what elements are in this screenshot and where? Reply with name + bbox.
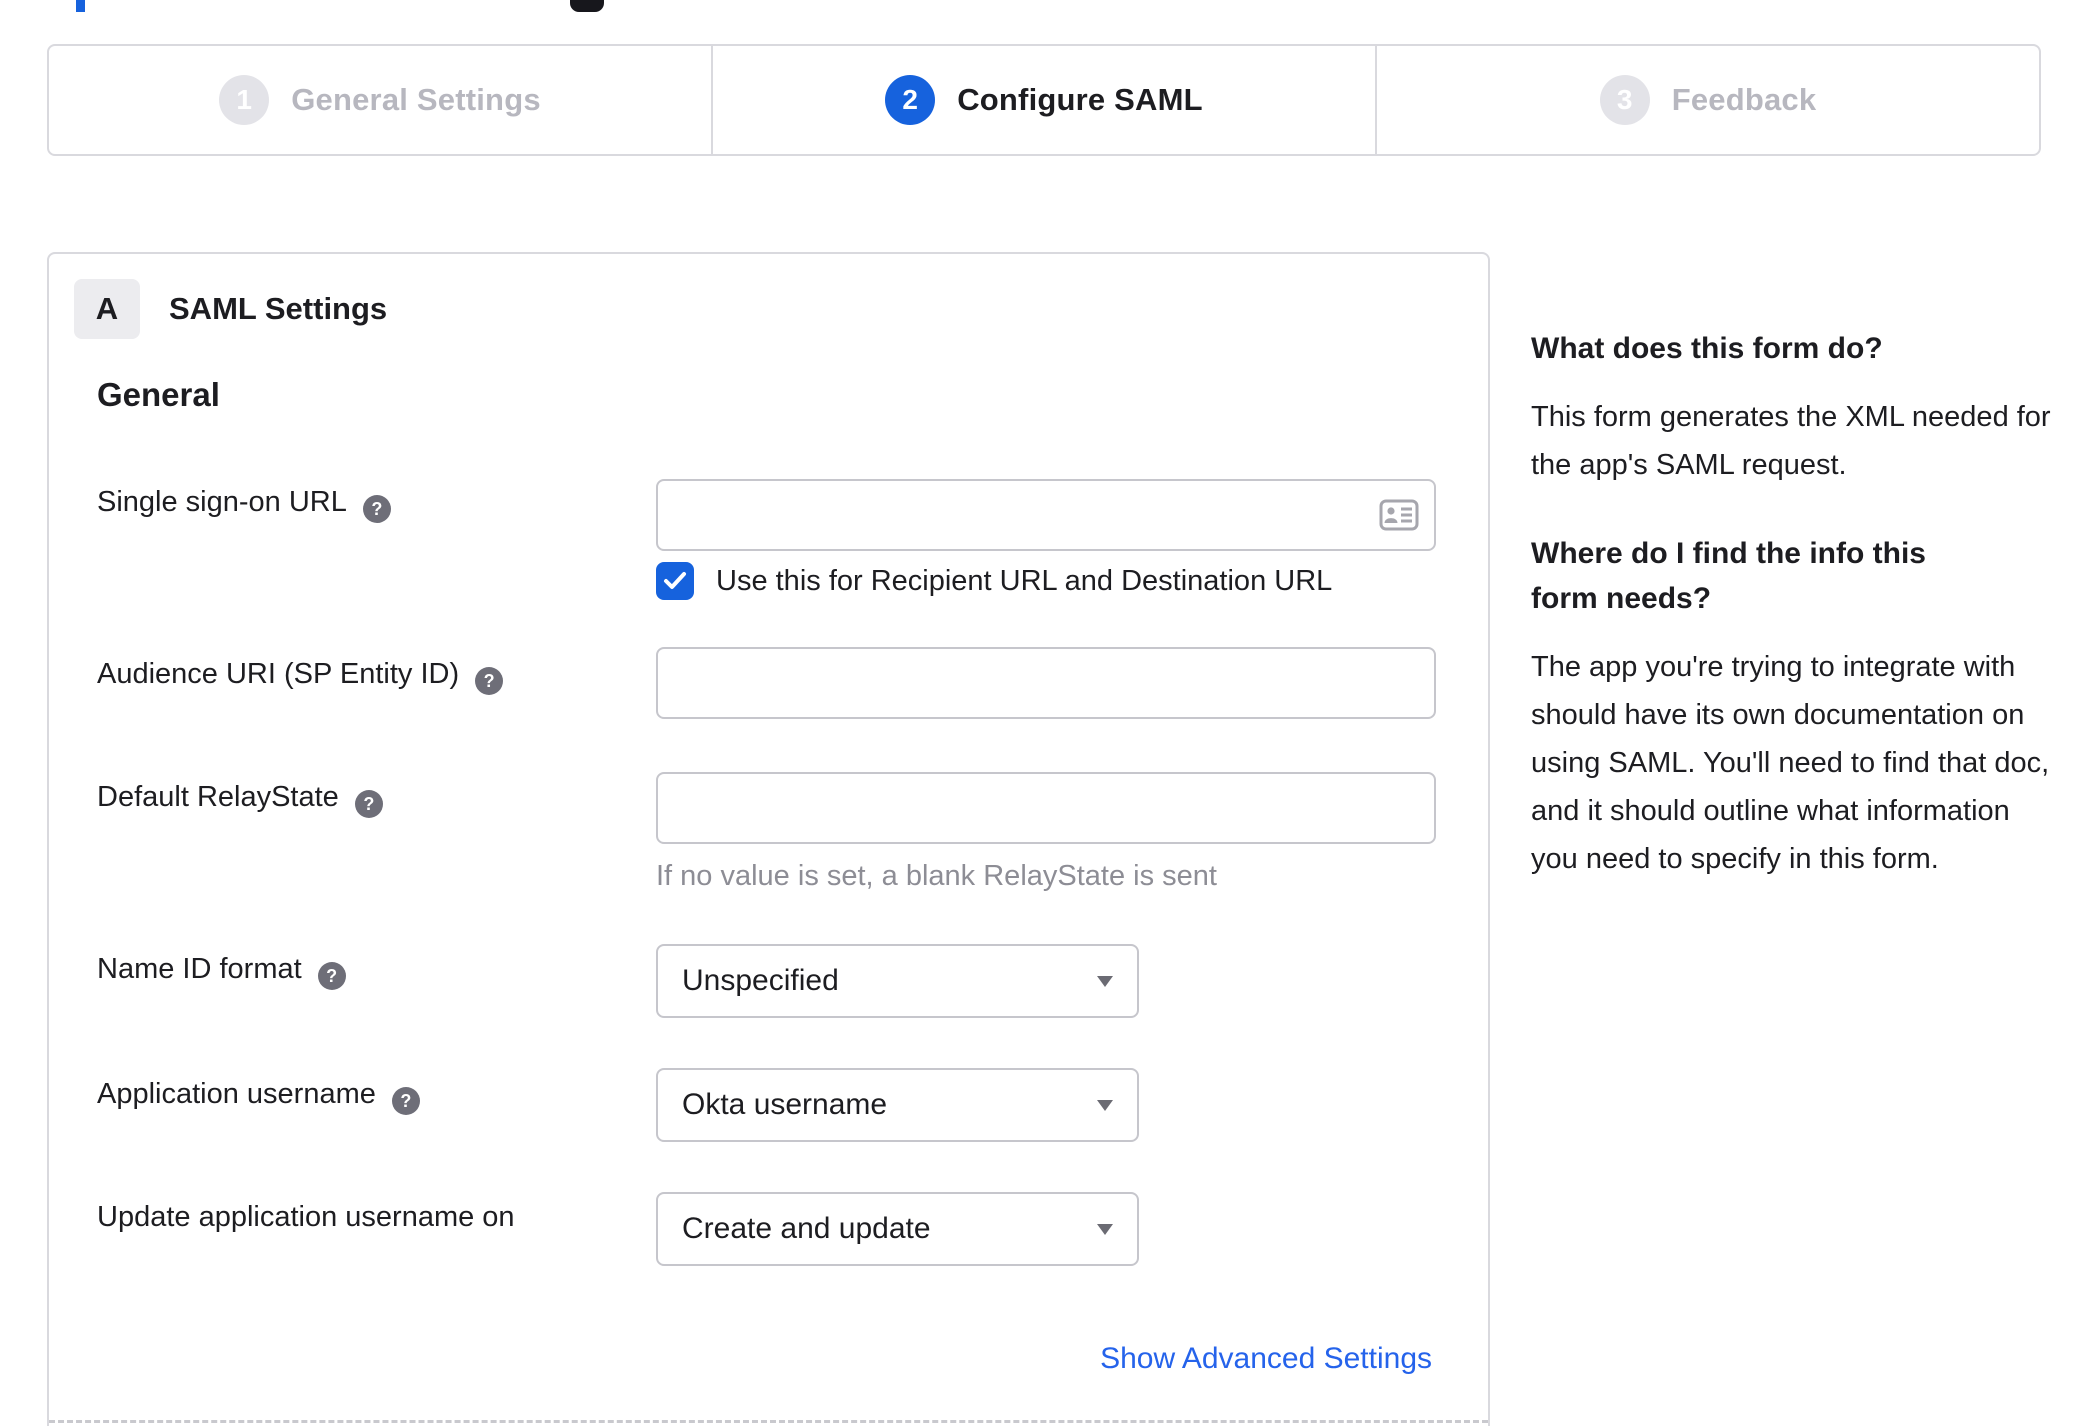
single-sign-on-url-label: Single sign-on URL? bbox=[97, 482, 391, 523]
wizard-stepper: 1 General Settings 2 Configure SAML 3 Fe… bbox=[47, 44, 2041, 156]
step-label: Feedback bbox=[1671, 82, 1817, 117]
chevron-down-icon bbox=[1097, 1224, 1113, 1235]
help-icon[interactable]: ? bbox=[317, 962, 346, 990]
chevron-down-icon bbox=[1097, 976, 1113, 987]
step-general-settings[interactable]: 1 General Settings bbox=[49, 46, 711, 154]
sidebar-body-where: The app you're trying to integrate with … bbox=[1531, 651, 2050, 875]
top-cutoff-blue-fragment bbox=[76, 0, 85, 12]
single-sign-on-url-input[interactable] bbox=[656, 479, 1436, 551]
step-feedback[interactable]: 3 Feedback bbox=[1375, 46, 2039, 154]
select-value: Okta username bbox=[682, 1088, 888, 1121]
help-icon[interactable]: ? bbox=[354, 790, 383, 818]
step-number-badge: 2 bbox=[885, 75, 936, 125]
sidebar-heading-what: What does this form do? bbox=[1531, 332, 1883, 365]
update-application-username-label: Update application username on bbox=[97, 1201, 515, 1233]
audience-uri-input[interactable] bbox=[656, 647, 1436, 719]
check-icon bbox=[664, 572, 686, 589]
saml-settings-panel: A SAML Settings General Single sign-on U… bbox=[47, 252, 1490, 1426]
help-icon[interactable]: ? bbox=[475, 667, 504, 695]
step-configure-saml[interactable]: 2 Configure SAML bbox=[711, 46, 1375, 154]
section-divider-dashed bbox=[49, 1420, 1488, 1423]
select-value: Create and update bbox=[682, 1212, 931, 1245]
select-value: Unspecified bbox=[682, 964, 839, 997]
application-username-select[interactable]: Okta username bbox=[656, 1068, 1139, 1142]
recipient-url-checkbox[interactable] bbox=[656, 562, 694, 600]
audience-uri-label: Audience URI (SP Entity ID)? bbox=[97, 654, 504, 695]
default-relaystate-input[interactable] bbox=[656, 772, 1436, 844]
help-sidebar: What does this form do? This form genera… bbox=[1531, 326, 2051, 925]
step-label: Configure SAML bbox=[957, 82, 1203, 117]
help-icon[interactable]: ? bbox=[391, 1087, 420, 1115]
panel-title: SAML Settings bbox=[169, 291, 388, 326]
help-icon[interactable]: ? bbox=[362, 495, 391, 523]
step-number-badge: 3 bbox=[1599, 75, 1650, 125]
page: 1 General Settings 2 Configure SAML 3 Fe… bbox=[0, 0, 2092, 1426]
application-username-label: Application username? bbox=[97, 1074, 420, 1115]
name-id-format-label: Name ID format? bbox=[97, 949, 346, 990]
default-relaystate-label: Default RelayState? bbox=[97, 777, 383, 818]
sidebar-body-what: This form generates the XML needed for t… bbox=[1531, 401, 2051, 481]
recipient-url-checkbox-row: Use this for Recipient URL and Destinati… bbox=[656, 562, 1332, 600]
general-section-heading: General bbox=[97, 376, 220, 413]
step-label: General Settings bbox=[291, 82, 541, 117]
relaystate-hint: If no value is set, a blank RelayState i… bbox=[656, 860, 1217, 892]
chevron-down-icon bbox=[1097, 1100, 1113, 1111]
update-application-username-select[interactable]: Create and update bbox=[656, 1192, 1139, 1266]
sidebar-heading-where: Where do I find the info this form needs… bbox=[1531, 537, 1926, 615]
step-number-badge: 1 bbox=[219, 75, 270, 125]
recipient-url-checkbox-label: Use this for Recipient URL and Destinati… bbox=[716, 564, 1333, 597]
show-advanced-settings-link[interactable]: Show Advanced Settings bbox=[1100, 1342, 1432, 1376]
top-cutoff-logo-fragment bbox=[570, 0, 604, 12]
name-id-format-select[interactable]: Unspecified bbox=[656, 944, 1139, 1018]
section-a-badge: A bbox=[74, 279, 140, 339]
